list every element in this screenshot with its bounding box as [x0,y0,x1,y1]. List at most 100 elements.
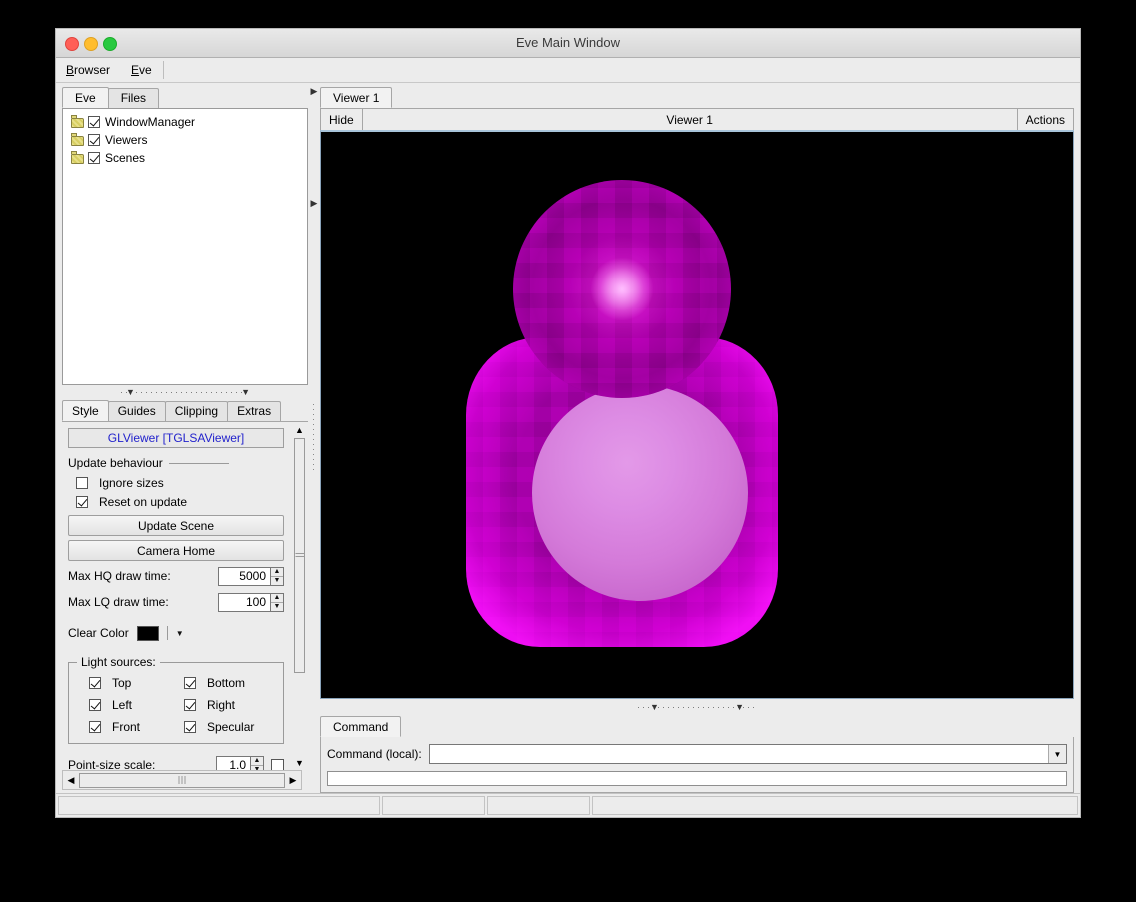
style-content-area: GLViewer [TGLSAViewer] Update behaviour … [62,421,308,770]
checkbox-light-front[interactable] [89,721,101,733]
spinner-point-size-scale[interactable]: 1.0 ▲ ▼ [216,756,264,771]
tree-checkbox-scenes[interactable] [88,152,100,164]
viewer-tabstrip: Viewer 1 [320,86,1074,108]
command-combobox[interactable]: ▼ [429,744,1067,764]
glviewer-button[interactable]: GLViewer [TGLSAViewer] [68,428,284,448]
menu-browser-mnemonic: B [66,63,74,77]
spinner-up-icon[interactable]: ▲ [271,594,283,603]
checkbox-light-left[interactable] [89,699,101,711]
menu-separator [163,61,164,79]
tab-guides[interactable]: Guides [108,401,166,421]
field-max-lq-draw-time: Max LQ draw time: 100 ▲ ▼ [68,591,284,613]
spinner-arrows[interactable]: ▲ ▼ [250,756,264,771]
scrollbar-thumb[interactable] [294,438,305,673]
top-sphere-object [513,180,731,398]
tree-item-windowmanager[interactable]: WindowManager [65,113,305,131]
clear-color-row: Clear Color ▼ [68,621,284,645]
tab-eve[interactable]: Eve [62,87,109,108]
status-segment-2 [382,796,485,815]
field-point-size-scale: Point-size scale: 1.0 ▲ ▼ [68,754,284,770]
scrollbar-track-horizontal[interactable] [79,773,285,788]
scrollbar-grip [179,776,186,784]
vertical-splitter[interactable]: ▶ ·············· ▶ [308,83,320,793]
scroll-right-icon[interactable]: ▶ [285,775,301,786]
checkbox-row-light-left[interactable]: Left [77,695,172,715]
tab-viewer-1[interactable]: Viewer 1 [320,87,392,108]
folder-icon [71,135,85,146]
checkbox-light-bottom[interactable] [184,677,196,689]
update-scene-button[interactable]: Update Scene [68,515,284,536]
checkbox-point-size-scale[interactable] [271,759,284,771]
hide-button[interactable]: Hide [321,109,363,130]
main-body: Eve Files WindowManager Viewers Scen [56,83,1080,793]
style-horizontal-scrollbar[interactable]: ◀ ▶ [62,770,302,790]
spinner-max-hq-draw-time[interactable]: 5000 ▲ ▼ [218,567,284,586]
tab-command[interactable]: Command [320,716,401,737]
object-tree[interactable]: WindowManager Viewers Scenes [62,108,308,385]
scrollbar-thumb-horizontal[interactable] [79,773,285,788]
checkbox-row-light-specular[interactable]: Specular [172,717,277,737]
gl-viewport[interactable] [320,130,1074,699]
spinner-down-icon[interactable]: ▼ [251,766,263,771]
checkbox-row-ignore-sizes[interactable]: Ignore sizes [68,473,284,492]
checkbox-row-light-front[interactable]: Front [77,717,172,737]
chevron-right-icon: ▶ [311,198,318,209]
tree-item-viewers[interactable]: Viewers [65,131,305,149]
style-content: GLViewer [TGLSAViewer] Update behaviour … [62,422,290,770]
spinner-arrows[interactable]: ▲ ▼ [270,593,284,612]
update-behaviour-label: Update behaviour [68,456,163,470]
command-input[interactable] [430,745,1048,763]
tree-item-scenes[interactable]: Scenes [65,149,305,167]
light-sources-legend: Light sources: [77,655,160,669]
spinner-max-lq-draw-time[interactable]: 100 ▲ ▼ [218,593,284,612]
tab-style[interactable]: Style [62,400,109,421]
camera-home-button[interactable]: Camera Home [68,540,284,561]
command-splitter[interactable]: ▼ ························ ▼ [320,699,1074,715]
command-pane: ▼ ························ ▼ Command Com… [320,699,1074,793]
browser-tabstrip: Eve Files [62,86,308,108]
folder-icon [71,117,85,128]
light-sources-group: Light sources: Top Bottom [68,655,284,744]
label-light-bottom: Bottom [207,676,245,690]
value-max-lq-draw-time[interactable]: 100 [218,593,270,612]
scroll-down-icon[interactable]: ▼ [291,755,308,770]
horizontal-splitter[interactable]: ▼ ·························· ▼ [62,385,308,399]
checkbox-reset-on-update[interactable] [76,496,88,508]
style-vertical-scrollbar[interactable]: ▲ ▼ [290,422,308,770]
tab-extras[interactable]: Extras [227,401,281,421]
value-point-size-scale[interactable]: 1.0 [216,756,250,771]
label-point-size-scale: Point-size scale: [68,758,155,770]
tree-checkbox-viewers[interactable] [88,134,100,146]
value-max-hq-draw-time[interactable]: 5000 [218,567,270,586]
checkbox-light-specular[interactable] [184,721,196,733]
checkbox-row-reset-on-update[interactable]: Reset on update [68,492,284,511]
checkbox-light-right[interactable] [184,699,196,711]
label-max-lq-draw-time: Max LQ draw time: [68,595,169,609]
scroll-up-icon[interactable]: ▲ [291,422,308,437]
label-light-top: Top [112,676,131,690]
checkbox-row-light-right[interactable]: Right [172,695,277,715]
spinner-arrows[interactable]: ▲ ▼ [270,567,284,586]
label-light-right: Right [207,698,235,712]
caret-down-icon[interactable]: ▼ [176,629,184,638]
checkbox-light-top[interactable] [89,677,101,689]
spinner-down-icon[interactable]: ▼ [271,577,283,585]
title-bar: Eve Main Window [56,29,1080,58]
actions-button[interactable]: Actions [1017,109,1073,130]
menu-eve[interactable]: Eve [121,58,163,82]
caret-down-icon[interactable]: ▼ [1048,745,1066,763]
clear-color-swatch[interactable] [137,626,159,641]
menu-browser[interactable]: Browser [56,58,121,82]
checkbox-row-light-top[interactable]: Top [77,673,172,693]
scrollbar-track[interactable] [294,438,305,754]
tab-clipping[interactable]: Clipping [165,401,228,421]
spinner-up-icon[interactable]: ▲ [251,757,263,766]
tab-files[interactable]: Files [108,88,159,108]
scroll-left-icon[interactable]: ◀ [63,775,79,786]
checkbox-ignore-sizes[interactable] [76,477,88,489]
spinner-up-icon[interactable]: ▲ [271,568,283,577]
command-output[interactable] [327,771,1067,786]
spinner-down-icon[interactable]: ▼ [271,603,283,611]
tree-checkbox-windowmanager[interactable] [88,116,100,128]
checkbox-row-light-bottom[interactable]: Bottom [172,673,277,693]
